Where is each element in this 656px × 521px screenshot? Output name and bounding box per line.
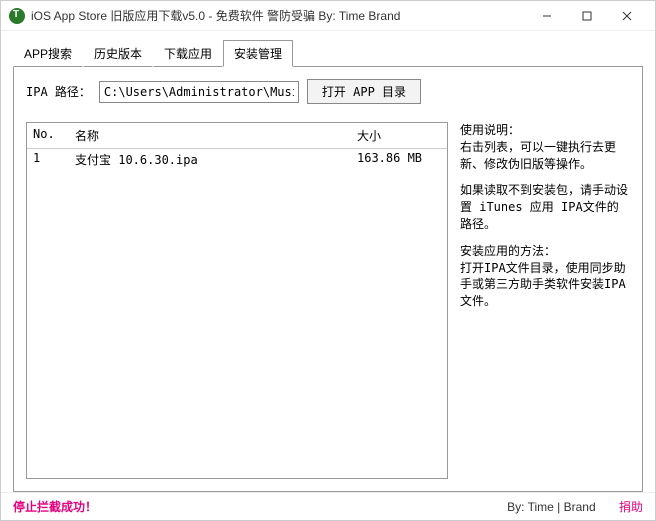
help-text-install: 安装应用的方法： 打开IPA文件目录，使用同步助手或第三方助手类软件安装IPA文… xyxy=(460,243,630,310)
tabs: APP搜索 历史版本 下载应用 安装管理 xyxy=(13,40,643,67)
path-row: IPA 路径： 打开 APP 目录 xyxy=(26,79,630,104)
minimize-button[interactable] xyxy=(527,4,567,28)
window-controls xyxy=(527,4,647,28)
tab-download[interactable]: 下载应用 xyxy=(153,40,223,67)
maximize-button[interactable] xyxy=(567,4,607,28)
tab-history[interactable]: 历史版本 xyxy=(83,40,153,67)
table-row[interactable]: 1 支付宝 10.6.30.ipa 163.86 MB xyxy=(27,149,447,170)
help-text-usage: 使用说明： 右击列表，可以一键执行去更新、修改伪旧版等操作。 xyxy=(460,122,630,172)
close-button[interactable] xyxy=(607,4,647,28)
ipa-path-label: IPA 路径： xyxy=(26,83,91,100)
statusbar: 停止拦截成功！ By: Time | Brand 捐助 xyxy=(1,492,655,520)
status-credits: By: Time | Brand 捐助 xyxy=(507,498,643,515)
list-header: No. 名称 大小 xyxy=(27,123,447,149)
content-area: APP搜索 历史版本 下载应用 安装管理 IPA 路径： 打开 APP 目录 N… xyxy=(1,31,655,492)
tab-app-search[interactable]: APP搜索 xyxy=(13,40,83,67)
main-area: No. 名称 大小 1 支付宝 10.6.30.ipa 163.86 MB 使用… xyxy=(26,122,630,479)
tab-install-manage[interactable]: 安装管理 xyxy=(223,40,293,67)
col-header-name: 名称 xyxy=(71,127,357,144)
credits-text: By: Time | Brand xyxy=(507,500,595,514)
titlebar: iOS App Store 旧版应用下载v5.0 - 免费软件 警防受骗 By:… xyxy=(1,1,655,31)
cell-name: 支付宝 10.6.30.ipa xyxy=(71,151,357,168)
col-header-no: No. xyxy=(27,127,71,144)
app-window: iOS App Store 旧版应用下载v5.0 - 免费软件 警防受骗 By:… xyxy=(0,0,656,521)
ipa-list[interactable]: No. 名称 大小 1 支付宝 10.6.30.ipa 163.86 MB xyxy=(26,122,448,479)
app-icon xyxy=(9,8,25,24)
open-app-dir-button[interactable]: 打开 APP 目录 xyxy=(307,79,421,104)
cell-no: 1 xyxy=(27,151,71,168)
status-message: 停止拦截成功！ xyxy=(13,498,97,515)
help-panel: 使用说明： 右击列表，可以一键执行去更新、修改伪旧版等操作。 如果读取不到安装包… xyxy=(460,122,630,479)
ipa-path-input[interactable] xyxy=(99,81,299,103)
col-header-size: 大小 xyxy=(357,127,447,144)
cell-size: 163.86 MB xyxy=(357,151,447,168)
window-title: iOS App Store 旧版应用下载v5.0 - 免费软件 警防受骗 By:… xyxy=(31,7,527,24)
donate-link[interactable]: 捐助 xyxy=(619,500,643,514)
help-text-path: 如果读取不到安装包，请手动设置 iTunes 应用 IPA文件的路径。 xyxy=(460,182,630,232)
tab-panel: IPA 路径： 打开 APP 目录 No. 名称 大小 1 支付宝 10.6.3… xyxy=(13,66,643,492)
